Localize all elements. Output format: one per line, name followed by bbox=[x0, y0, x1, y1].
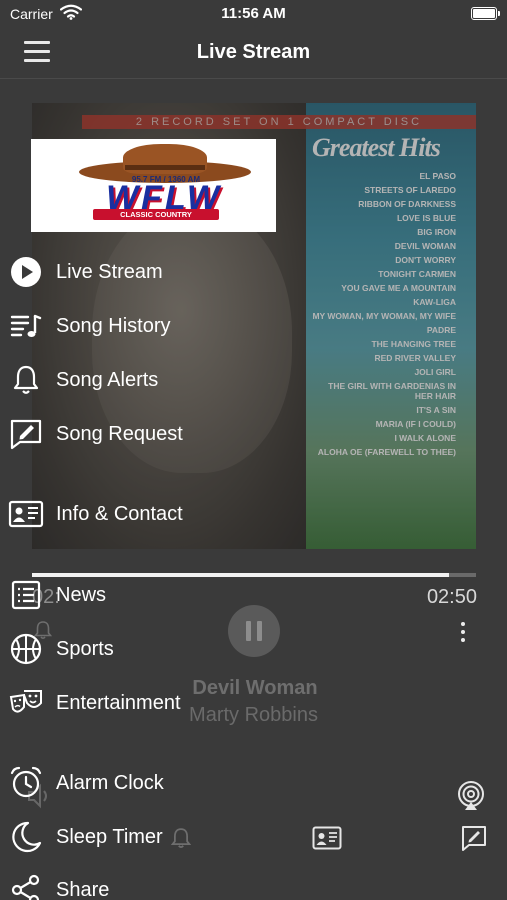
play-circle-icon bbox=[11, 257, 41, 287]
theater-masks-icon bbox=[9, 690, 42, 713]
battery-icon bbox=[471, 7, 500, 20]
basketball-icon bbox=[10, 633, 42, 665]
menu-item-live-stream[interactable]: Live Stream bbox=[6, 252, 256, 292]
more-options-icon[interactable] bbox=[458, 622, 468, 642]
menu-item-sports[interactable]: Sports bbox=[6, 629, 256, 669]
news-list-icon bbox=[11, 580, 41, 610]
share-icon bbox=[11, 874, 40, 900]
side-menu: Live Stream Song History Song Alerts Son… bbox=[0, 240, 260, 900]
menu-item-label: Live Stream bbox=[56, 261, 163, 283]
airplay-icon[interactable] bbox=[456, 780, 486, 812]
menu-item-label: Sports bbox=[56, 638, 114, 660]
menu-item-alarm-clock[interactable]: Alarm Clock bbox=[6, 763, 256, 803]
menu-item-song-request[interactable]: Song Request bbox=[6, 414, 256, 454]
menu-item-sleep-timer[interactable]: Sleep Timer bbox=[6, 817, 256, 857]
menu-item-song-alerts[interactable]: Song Alerts bbox=[6, 360, 256, 400]
edit-message-icon bbox=[10, 419, 42, 450]
menu-item-label: Info & Contact bbox=[56, 503, 183, 525]
station-logo: WFLW 95.7 FM / 1360 AM CLASSIC COUNTRY bbox=[31, 139, 276, 232]
contact-card-icon bbox=[8, 500, 44, 528]
nav-divider bbox=[0, 78, 507, 79]
menu-item-song-history[interactable]: Song History bbox=[6, 306, 256, 346]
duration-time: 02:50 bbox=[426, 586, 477, 608]
menu-item-entertainment[interactable]: Entertainment bbox=[6, 683, 256, 723]
contact-card-icon[interactable] bbox=[312, 826, 342, 850]
alarm-clock-icon bbox=[10, 766, 42, 798]
status-bar: Carrier 11:56 AM bbox=[0, 0, 507, 28]
page-title: Live Stream bbox=[196, 41, 311, 63]
station-tagline: CLASSIC COUNTRY bbox=[93, 209, 219, 220]
status-time: 11:56 AM bbox=[221, 5, 286, 22]
menu-item-news[interactable]: News bbox=[6, 575, 256, 615]
station-frequency: 95.7 FM / 1360 AM bbox=[131, 175, 201, 184]
menu-item-label: Song Request bbox=[56, 423, 183, 445]
menu-item-label: Share bbox=[56, 879, 110, 900]
menu-item-label: News bbox=[56, 584, 107, 606]
menu-item-label: Song History bbox=[56, 315, 171, 337]
menu-item-label: Entertainment bbox=[56, 692, 181, 714]
bell-icon bbox=[13, 365, 39, 394]
music-list-icon bbox=[10, 314, 42, 337]
moon-icon bbox=[12, 821, 42, 853]
edit-message-icon[interactable] bbox=[460, 824, 488, 852]
menu-item-label: Alarm Clock bbox=[56, 772, 164, 794]
menu-item-label: Sleep Timer bbox=[56, 826, 163, 848]
menu-item-info-contact[interactable]: Info & Contact bbox=[6, 494, 256, 534]
menu-item-label: Song Alerts bbox=[56, 369, 159, 391]
navigation-bar: Live Stream bbox=[0, 28, 507, 78]
menu-item-share[interactable]: Share bbox=[6, 870, 256, 900]
hat-band bbox=[125, 165, 205, 170]
